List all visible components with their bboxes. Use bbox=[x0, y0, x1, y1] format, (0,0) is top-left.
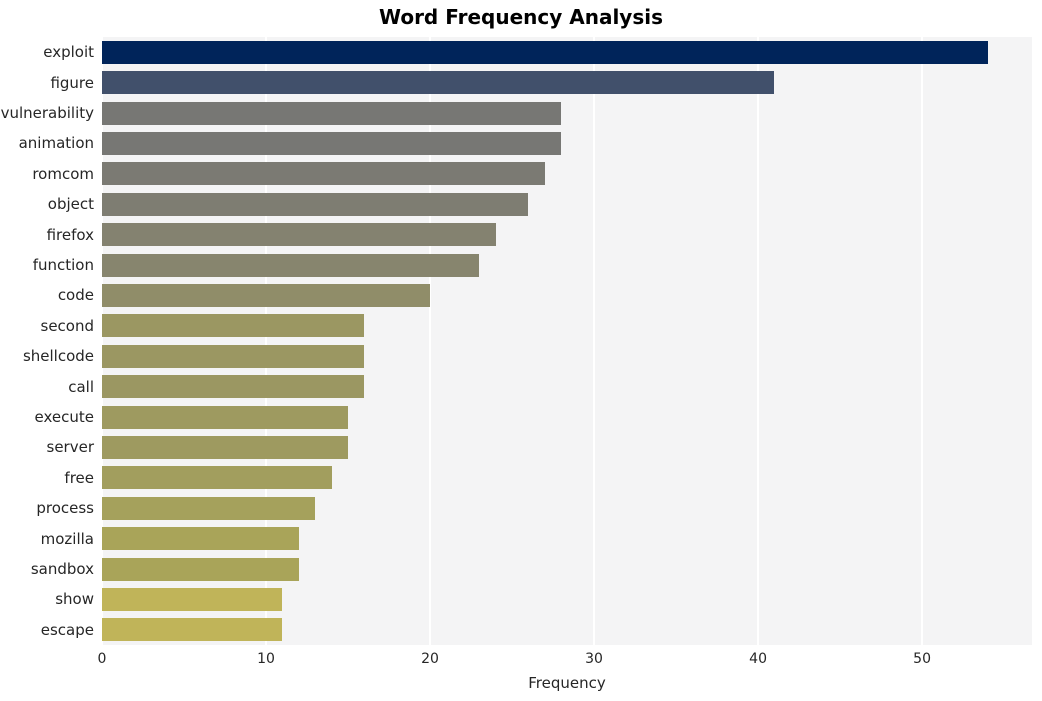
x-axis-tick-labels: 0 10 20 30 40 50 bbox=[98, 645, 1032, 671]
y-tick-label: exploit bbox=[43, 43, 94, 62]
bar bbox=[102, 314, 365, 338]
bar bbox=[102, 496, 316, 520]
gridline-x-1 bbox=[265, 37, 268, 645]
bar bbox=[102, 40, 988, 64]
bar bbox=[102, 618, 283, 642]
x-tick-label: 10 bbox=[257, 651, 275, 667]
bar bbox=[102, 405, 349, 429]
bar bbox=[102, 283, 431, 307]
y-tick-label: escape bbox=[40, 620, 94, 639]
y-tick-label: shellcode bbox=[22, 347, 94, 366]
y-tick-label: process bbox=[36, 499, 94, 518]
bar bbox=[102, 375, 365, 399]
x-tick-label: 20 bbox=[421, 651, 439, 667]
y-tick-label: object bbox=[47, 195, 94, 214]
bar bbox=[102, 131, 562, 155]
y-tick-label: romcom bbox=[32, 164, 94, 183]
y-axis-tick-labels: exploit figure vulnerability animation romco… bbox=[0, 37, 94, 645]
x-tick-label: 0 bbox=[97, 651, 107, 667]
y-tick-label: mozilla bbox=[40, 529, 94, 548]
y-tick-label: show bbox=[55, 590, 94, 609]
chart-figure: Word Frequency Analysis exploit figure vul… bbox=[0, 0, 1042, 701]
x-tick-label: 50 bbox=[913, 651, 932, 667]
y-tick-label: execute bbox=[34, 408, 94, 426]
y-tick-label: figure bbox=[50, 73, 94, 92]
y-tick-label: call bbox=[68, 377, 94, 396]
bar bbox=[102, 162, 545, 186]
y-tick-label: second bbox=[40, 316, 95, 335]
bar bbox=[102, 527, 299, 551]
gridline-x-5 bbox=[921, 37, 924, 645]
bar bbox=[102, 466, 332, 490]
gridline-x-2 bbox=[429, 37, 432, 645]
y-tick-label: firefox bbox=[46, 225, 94, 244]
y-tick-label: function bbox=[32, 256, 94, 274]
x-axis-label: Frequency bbox=[528, 674, 606, 692]
gridline-x-3 bbox=[593, 37, 596, 645]
gridline-x-0 bbox=[102, 37, 103, 645]
y-tick-label: sandbox bbox=[30, 560, 94, 578]
x-tick-label: 40 bbox=[749, 651, 767, 667]
bar bbox=[102, 435, 349, 459]
bar bbox=[102, 101, 562, 125]
y-tick-label: server bbox=[46, 438, 94, 457]
x-tick-label: 30 bbox=[585, 651, 603, 667]
chart-title: Word Frequency Analysis bbox=[378, 5, 664, 29]
y-tick-label: code bbox=[57, 286, 94, 305]
gridline-x-4 bbox=[757, 37, 760, 645]
bar bbox=[102, 71, 775, 95]
bar bbox=[102, 192, 529, 216]
y-tick-label: animation bbox=[18, 134, 94, 153]
y-tick-label: vulnerability bbox=[0, 104, 94, 122]
plot-area bbox=[102, 37, 1032, 645]
bar bbox=[102, 587, 283, 611]
bar bbox=[102, 223, 496, 247]
bar bbox=[102, 253, 480, 277]
bar bbox=[102, 557, 299, 581]
y-tick-label: free bbox=[64, 468, 94, 487]
bar bbox=[102, 344, 365, 368]
